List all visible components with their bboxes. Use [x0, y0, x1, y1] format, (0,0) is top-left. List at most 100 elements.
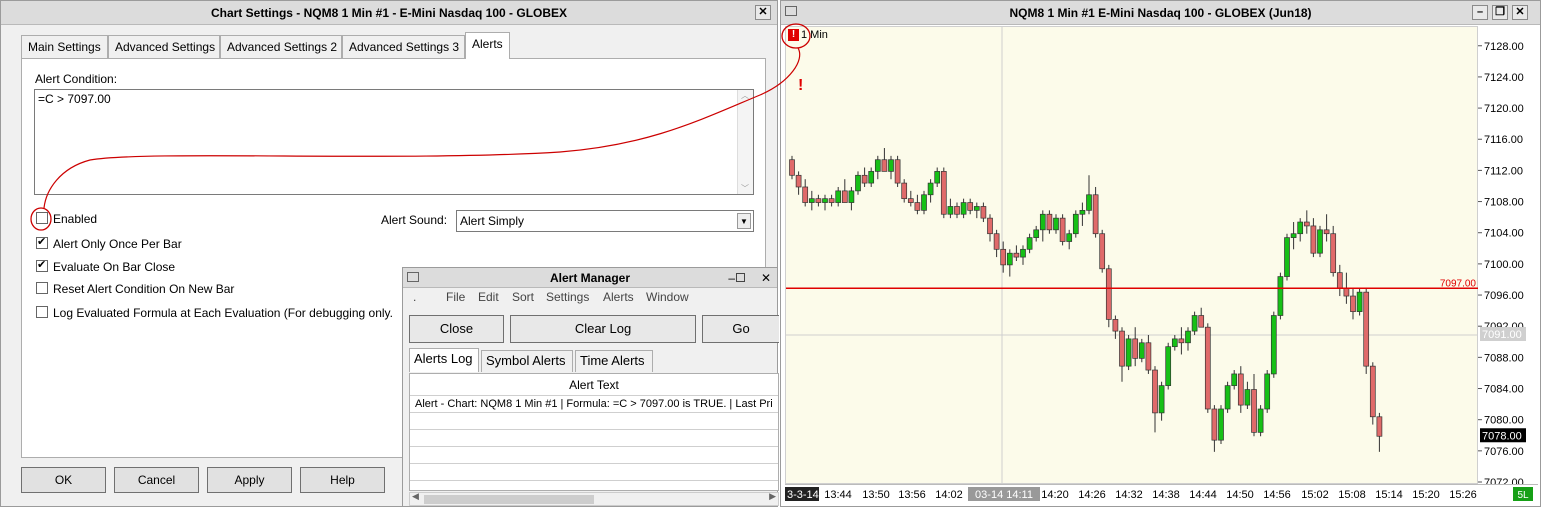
enabled-checkbox[interactable]	[36, 212, 48, 224]
scroll-up-icon[interactable]: ︿	[741, 90, 749, 101]
reset-alert-condition-checkbox[interactable]	[36, 282, 48, 294]
candle-body	[874, 159, 881, 172]
candle-body	[1356, 291, 1363, 312]
clear-log-button[interactable]: Clear Log	[510, 315, 696, 343]
candle-body	[1257, 408, 1264, 433]
scroll-left-icon[interactable]: ◀	[412, 491, 419, 502]
candle-body	[894, 159, 901, 184]
menu-item-dot[interactable]: .	[413, 290, 416, 304]
help-button[interactable]: Help	[300, 467, 385, 493]
alert-once-per-bar-checkbox[interactable]	[36, 235, 48, 249]
menu-item-settings[interactable]: Settings	[546, 290, 589, 304]
candle-body	[1218, 408, 1224, 441]
scroll-down-icon[interactable]: ﹀	[741, 183, 749, 194]
candle-body	[835, 190, 842, 203]
ok-button[interactable]: OK	[21, 467, 106, 493]
tab-alerts-log[interactable]: Alerts Log	[409, 348, 479, 372]
candle-body	[1323, 229, 1330, 235]
candle-body	[848, 190, 855, 203]
chart-plot-area[interactable]: 7097.00 ! 1 Min !	[785, 26, 1479, 485]
menu-item-edit[interactable]: Edit	[478, 290, 499, 304]
alert-sound-select[interactable]: Alert Simply ▼	[456, 210, 754, 232]
y-tick-label: 7120.00	[1484, 103, 1524, 115]
cancel-button[interactable]: Cancel	[114, 467, 199, 493]
candle-body	[795, 174, 802, 188]
evaluate-on-bar-close-checkbox[interactable]	[36, 258, 48, 272]
tab-advanced-settings-3[interactable]: Advanced Settings 3	[342, 35, 465, 58]
y-tick-label: 7108.00	[1484, 197, 1524, 209]
candle-body	[1204, 326, 1211, 410]
candle-body	[987, 217, 993, 235]
tab-main-settings[interactable]: Main Settings	[21, 35, 108, 58]
alert-condition-input[interactable]: =C > 7097.00 ︿ ﹀	[34, 89, 754, 195]
price-axis[interactable]: 7128.00 7124.00 7120.00 7116.00 7112.00 7108.…	[1478, 26, 1538, 489]
menu-item-sort[interactable]: Sort	[512, 290, 534, 304]
candle-body	[1198, 315, 1205, 328]
table-row-empty[interactable]	[410, 447, 778, 464]
table-row-empty[interactable]	[410, 464, 778, 481]
y-tick-label: 7072.00	[1484, 477, 1524, 484]
close-icon[interactable]: ✕	[755, 5, 771, 20]
menu-item-alerts[interactable]: Alerts	[603, 290, 634, 304]
candle-body	[1211, 408, 1218, 441]
candle-body	[1363, 291, 1370, 367]
close-icon[interactable]: ✕	[1512, 5, 1528, 20]
log-evaluated-formula-checkbox[interactable]	[36, 306, 48, 318]
candle-body	[914, 202, 921, 211]
go-button[interactable]: Go	[702, 315, 779, 343]
close-icon[interactable]: ✕	[761, 268, 771, 288]
candle-body	[1303, 221, 1310, 227]
maximize-icon[interactable]	[736, 273, 745, 282]
alert-manager-title: Alert Manager	[549, 271, 631, 285]
candle-body	[1086, 194, 1092, 211]
candle-body	[1350, 295, 1356, 312]
alert-manager-title-bar[interactable]: Alert Manager – ✕	[403, 268, 777, 288]
minimize-icon[interactable]: –	[728, 268, 735, 288]
candle-body	[1231, 373, 1238, 386]
settings-title-bar[interactable]: Chart Settings - NQM8 1 Min #1 - E-Mini …	[1, 1, 777, 25]
candle-body	[967, 202, 974, 211]
candle-body	[1026, 237, 1033, 250]
alert-condition-label: Alert Condition:	[35, 72, 118, 86]
alerts-log-table: Alert Text Alert - Chart: NQM8 1 Min #1 …	[409, 373, 779, 491]
candle-body	[901, 182, 908, 200]
candle-body	[841, 190, 848, 203]
alert-manager-window: Alert Manager – ✕ . File Edit Sort Setti…	[402, 267, 779, 507]
tab-advanced-settings[interactable]: Advanced Settings	[108, 35, 220, 58]
candle-body	[1251, 389, 1257, 433]
tab-time-alerts[interactable]: Time Alerts	[575, 350, 653, 372]
restore-icon[interactable]: ❐	[1492, 5, 1508, 20]
tab-symbol-alerts[interactable]: Symbol Alerts	[481, 350, 573, 372]
tab-alerts[interactable]: Alerts	[465, 32, 510, 59]
menu-item-window[interactable]: Window	[646, 290, 689, 304]
alert-condition-scrollbar[interactable]: ︿ ﹀	[737, 90, 753, 194]
time-axis[interactable]: 3-3-14 13:44 13:50 13:56 14:02 14:20 14:26 14:3…	[785, 484, 1538, 504]
tab-advanced-settings-2[interactable]: Advanced Settings 2	[220, 35, 342, 58]
last-price-label: 7078.00	[1482, 430, 1522, 442]
candle-body	[855, 174, 861, 192]
candle-body	[1000, 248, 1007, 266]
column-header-alert-text[interactable]: Alert Text	[410, 374, 778, 396]
chevron-down-icon[interactable]: ▼	[737, 213, 751, 229]
horizontal-scrollbar[interactable]: ◀ ▶	[409, 491, 779, 506]
candle-body	[960, 202, 967, 215]
candle-body	[993, 233, 1000, 250]
scroll-right-icon[interactable]: ▶	[769, 491, 776, 502]
chart-svg: 7097.00	[786, 27, 1479, 485]
close-button[interactable]: Close	[409, 315, 504, 343]
candle-body	[1264, 373, 1271, 410]
candle-body	[1224, 385, 1231, 410]
scroll-thumb[interactable]	[424, 495, 594, 504]
apply-button[interactable]: Apply	[207, 467, 292, 493]
candle-body	[881, 159, 888, 172]
candle-body	[1185, 330, 1191, 344]
chart-title-bar[interactable]: NQM8 1 Min #1 E-Mini Nasdaq 100 - GLOBEX…	[781, 1, 1540, 25]
table-row-empty[interactable]	[410, 413, 778, 430]
x-tick-label: 14:38	[1152, 489, 1180, 501]
menu-item-file[interactable]: File	[446, 290, 465, 304]
alert-marker-icon[interactable]: !	[788, 29, 799, 41]
table-row-empty[interactable]	[410, 430, 778, 447]
table-row[interactable]: Alert - Chart: NQM8 1 Min #1 | Formula: …	[410, 396, 778, 413]
minimize-icon[interactable]: –	[1472, 5, 1488, 20]
candle-body	[789, 159, 795, 176]
